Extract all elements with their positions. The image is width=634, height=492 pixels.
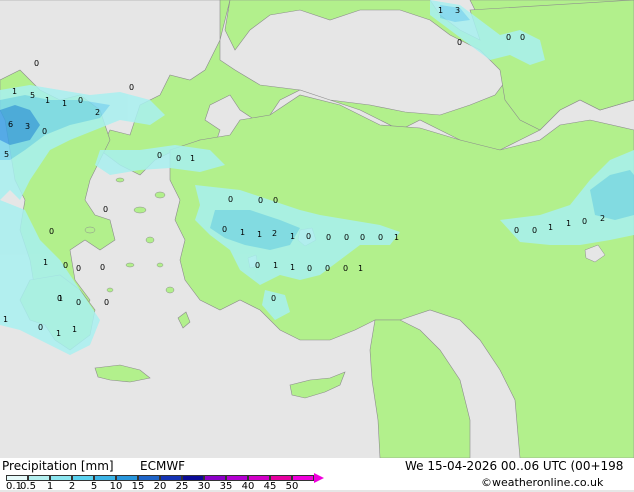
scale-tick-label: 45 [263,481,277,492]
precip-value-label: 0 [307,264,312,273]
precip-value-label: 1 [56,329,61,338]
precip-value-label: 0 [258,196,263,205]
scale-tick-label: 40 [241,481,255,492]
map-title: Precipitation [mm] [2,459,114,473]
scale-tick-label: 50 [285,481,299,492]
precip-value-label: 0 [255,261,260,270]
precip-value-label: 0 [76,264,81,273]
precip-value-label: 0 [306,232,311,241]
precip-value-label: 0 [343,264,348,273]
precip-value-label: 1 [358,264,363,273]
precip-value-label: 1 [3,315,8,324]
precip-value-label: 1 [290,232,295,241]
precip-value-label: 0 [514,226,519,235]
precip-value-label: 1 [257,230,262,239]
scale-tick-label: 25 [175,481,189,492]
precip-value-label: 1 [45,96,50,105]
precip-value-label: 1 [240,228,245,237]
precip-value-label: 0 [520,33,525,42]
scale-tick-label: 0.5 [20,481,36,492]
precip-value-label: 0 [222,225,227,234]
precip-value-label: 1 [566,219,571,228]
scale-tick-label: 15 [131,481,145,492]
precip-value-label: 0 [49,227,54,236]
precip-value-label: 0 [129,83,134,92]
scale-tick-label: 10 [109,481,123,492]
precip-value-label: 5 [30,91,35,100]
precip-value-label: 1 [12,87,17,96]
precip-value-label: 1 [190,154,195,163]
precip-value-label: 0 [157,151,162,160]
precip-value-label: 0 [378,233,383,242]
precip-value-label: 0 [582,217,587,226]
scale-tick-label: 1 [46,481,54,492]
precip-value-label: 1 [548,223,553,232]
precip-value-label: 1 [273,261,278,270]
precip-value-label: 0 [78,96,83,105]
precip-value-label: 0 [273,196,278,205]
precip-value-label: 0 [228,195,233,204]
precip-value-label: 3 [455,6,460,15]
precip-value-label: 0 [326,233,331,242]
precip-value-label: 1 [438,6,443,15]
precip-value-label: 0 [57,294,62,303]
precip-value-label: 0 [100,263,105,272]
precip-value-label: 1 [43,258,48,267]
precip-value-label: 6 [8,120,13,129]
precip-value-label: 0 [42,127,47,136]
precip-value-label: 0 [34,59,39,68]
map-canvas: 1 3 0 0 0 0 1 5 1 1 0 2 0 6 3 0 5 0 0 1 0 0 0 0 0 0 1 1 2 1 0 0 0 0 0 1 0 1 1 0… [0,0,634,459]
precip-value-label: 0 [38,323,43,332]
precip-value-label: 1 [290,263,295,272]
precip-value-label: 2 [95,108,100,117]
precip-value-label: 0 [103,205,108,214]
precip-value-label: 0 [532,226,537,235]
precip-value-label: 0 [325,264,330,273]
scale-tick-label: 2 [68,481,76,492]
precip-value-label: 2 [600,214,605,223]
precip-value-label: 3 [25,122,30,131]
precip-value-label: 0 [76,298,81,307]
precip-value-label: 0 [360,233,365,242]
scale-arrow [314,473,324,483]
model-name: ECMWF [140,459,186,473]
precip-value-label: 1 [62,99,67,108]
scale-tick-label: 35 [219,481,233,492]
forecast-datetime: We 15-04-2026 00..06 UTC (00+198 [405,459,624,473]
precip-value-label: 0 [176,154,181,163]
legend-footer: Precipitation [mm] ECMWF We 15-04-2026 0… [0,458,634,492]
precip-value-label: 5 [4,150,9,159]
precip-value-label: 0 [457,38,462,47]
precip-value-label: 1 [394,233,399,242]
scale-tick-label: 5 [90,481,98,492]
precipitation-map: 1 3 0 0 0 0 1 5 1 1 0 2 0 6 3 0 5 0 0 1 0 0 0 0 0 0 1 1 2 1 0 0 0 0 0 1 0 1 1 0… [0,0,634,459]
precip-value-label: 2 [272,229,277,238]
precip-value-label: 0 [271,294,276,303]
credit-text: ©weatheronline.co.uk [481,476,604,489]
precip-value-label: 0 [506,33,511,42]
precip-value-label: 0 [63,261,68,270]
precip-value-label: 1 [72,325,77,334]
scale-tick-label: 20 [153,481,167,492]
scale-tick-label: 30 [197,481,211,492]
precip-value-label: 0 [104,298,109,307]
precip-value-label: 0 [344,233,349,242]
